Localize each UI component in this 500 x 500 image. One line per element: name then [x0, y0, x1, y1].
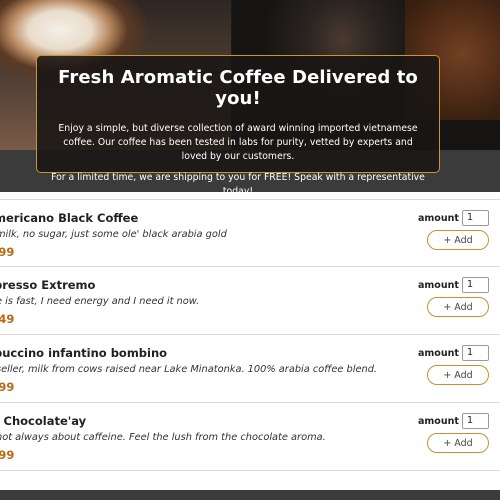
amount-input[interactable]: 1	[462, 210, 489, 226]
product-price: .99	[0, 380, 15, 394]
amount-label: amount	[418, 416, 459, 427]
amount-label: amount	[418, 348, 459, 359]
product-description: not always about caffeine. Feel the lush…	[0, 432, 326, 443]
banner-title: Fresh Aromatic Coffee Delivered to you!	[58, 67, 418, 109]
product-price: .49	[0, 312, 15, 326]
add-button[interactable]: + Add	[427, 433, 489, 453]
promo-banner: Fresh Aromatic Coffee Delivered to you! …	[36, 55, 440, 197]
add-button[interactable]: + Add	[427, 230, 489, 250]
product-item: presso Extremo e is fast, I need energy …	[0, 267, 500, 335]
product-item: puccino infantino bombino seller, milk f…	[0, 335, 500, 403]
product-description: milk, no sugar, just some ole' black ara…	[0, 229, 227, 240]
page-footer	[0, 490, 500, 500]
add-button[interactable]: + Add	[427, 297, 489, 317]
product-item: mericano Black Coffee milk, no sugar, ju…	[0, 199, 500, 267]
product-item: t Chocolate'ay not always about caffeine…	[0, 403, 500, 471]
product-name: puccino infantino bombino	[0, 346, 168, 360]
amount-label: amount	[418, 213, 459, 224]
product-description: e is fast, I need energy and I need it n…	[0, 296, 200, 307]
banner-description: Enjoy a simple, but diverse collection o…	[58, 123, 418, 162]
product-price: .99	[0, 448, 15, 462]
amount-input[interactable]: 1	[462, 345, 489, 361]
product-list: mericano Black Coffee milk, no sugar, ju…	[0, 199, 500, 471]
banner-shipping-notice: For a limited time, we are shipping to y…	[51, 172, 425, 197]
product-name: presso Extremo	[0, 278, 96, 292]
product-name: t Chocolate'ay	[0, 414, 87, 428]
add-button[interactable]: + Add	[427, 365, 489, 385]
amount-input[interactable]: 1	[462, 413, 489, 429]
product-price: .99	[0, 245, 15, 259]
product-description: seller, milk from cows raised near Lake …	[0, 364, 378, 375]
amount-input[interactable]: 1	[462, 277, 489, 293]
amount-label: amount	[418, 280, 459, 291]
product-name: mericano Black Coffee	[0, 211, 139, 225]
